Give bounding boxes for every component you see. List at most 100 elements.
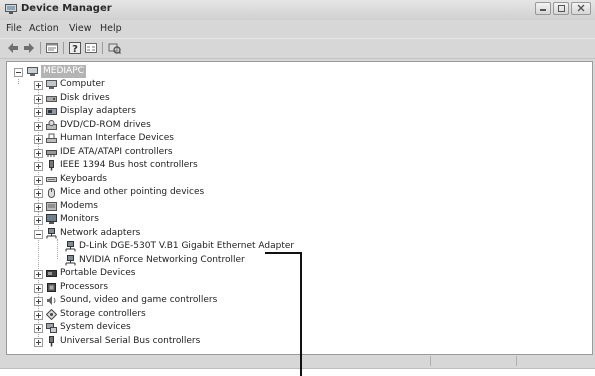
scan-hardware-icon[interactable] — [107, 41, 121, 55]
tree-node-label: D-Link DGE-530T V.B1 Gigabit Ethernet Ad… — [79, 241, 295, 251]
device-manager-app-icon — [5, 4, 17, 14]
network-adapter-icon — [65, 255, 76, 266]
menu-action[interactable]: Action — [29, 23, 59, 34]
tree-node-label: Storage controllers — [60, 309, 146, 319]
tree-node-computer[interactable]: Computer — [11, 78, 411, 91]
tree-node-label: IEEE 1394 Bus host controllers — [60, 160, 198, 170]
tree-node-monitors[interactable]: Monitors — [11, 213, 411, 226]
tree-node-system-devices[interactable]: System devices — [11, 321, 411, 334]
tree-node-dvd-drives[interactable]: DVD/CD-ROM drives — [11, 119, 411, 132]
tree-node-label: Network adapters — [60, 228, 141, 238]
menu-file[interactable]: File — [6, 23, 22, 34]
tree-node-sound-controllers[interactable]: Sound, video and game controllers — [11, 294, 411, 307]
system-device-icon — [46, 323, 57, 333]
forward-icon[interactable] — [22, 41, 36, 55]
properties-icon[interactable] — [45, 41, 59, 55]
help-icon[interactable]: ? — [68, 41, 82, 55]
expand-toggle[interactable] — [34, 162, 43, 171]
tree-node-label: Keyboards — [60, 174, 107, 184]
firewire-icon — [49, 160, 54, 171]
expand-toggle[interactable] — [34, 81, 43, 90]
callout-line — [265, 252, 302, 254]
tree-node-disk-drives[interactable]: Disk drives — [11, 92, 411, 105]
close-button[interactable] — [571, 2, 591, 15]
expand-toggle[interactable] — [34, 324, 43, 333]
tree-node-label: Monitors — [60, 214, 99, 224]
tree-node-label: Universal Serial Bus controllers — [60, 336, 201, 346]
dvd-drive-icon — [46, 120, 57, 130]
expand-toggle[interactable] — [34, 149, 43, 158]
tree-node-modems[interactable]: Modems — [11, 200, 411, 213]
show-hidden-icon[interactable] — [84, 41, 98, 55]
hid-icon — [46, 133, 57, 143]
tree-node-keyboards[interactable]: Keyboards — [11, 173, 411, 186]
minimize-icon — [540, 9, 546, 11]
tree-node-network-adapters[interactable]: Network adapters — [11, 227, 411, 240]
toolbar-separator — [40, 42, 41, 54]
tree-node-mice[interactable]: Mice and other pointing devices — [11, 186, 411, 199]
tree-node-storage-controllers[interactable]: Storage controllers — [11, 308, 411, 321]
toolbar-separator — [102, 42, 103, 54]
menu-bar: File Action View Help — [0, 21, 595, 37]
tree-node-processors[interactable]: Processors — [11, 281, 411, 294]
collapse-toggle[interactable] — [34, 230, 43, 239]
maximize-icon — [558, 5, 565, 12]
tree-node-usb-controllers[interactable]: Universal Serial Bus controllers — [11, 335, 411, 348]
callout-line — [300, 252, 302, 376]
tree-node-nvidia-controller[interactable]: NVIDIA nForce Networking Controller — [11, 254, 411, 267]
tree-node-label: Portable Devices — [60, 268, 136, 278]
tree-node-portable-devices[interactable]: Portable Devices — [11, 267, 411, 280]
minimize-button[interactable] — [535, 2, 551, 15]
expand-toggle[interactable] — [34, 203, 43, 212]
tree-root-row[interactable]: MEDIAPC — [11, 65, 311, 78]
device-manager-window: Device Manager File Action View Help ? M… — [0, 0, 595, 369]
expand-toggle[interactable] — [34, 122, 43, 131]
tree-node-human-interface-devices[interactable]: Human Interface Devices — [11, 132, 411, 145]
tree-node-display-adapters[interactable]: Display adapters — [11, 105, 411, 118]
processor-icon — [47, 283, 56, 292]
status-separator — [430, 356, 431, 366]
tree-node-ide-controllers[interactable]: IDE ATA/ATAPI controllers — [11, 146, 411, 159]
expand-toggle[interactable] — [34, 95, 43, 104]
disk-drive-icon — [46, 96, 57, 102]
expand-toggle[interactable] — [34, 189, 43, 198]
tree-root-label: MEDIAPC — [41, 65, 86, 78]
network-adapter-icon — [46, 228, 57, 239]
close-icon — [577, 4, 585, 12]
mouse-icon — [48, 188, 55, 198]
status-separator — [516, 356, 517, 366]
toolbar: ? — [0, 38, 595, 59]
expand-toggle[interactable] — [34, 135, 43, 144]
display-adapter-icon — [46, 108, 57, 115]
title-bar[interactable]: Device Manager — [0, 0, 595, 20]
maximize-button[interactable] — [553, 2, 569, 15]
expand-toggle[interactable] — [34, 284, 43, 293]
tree-node-label: Sound, video and game controllers — [60, 295, 218, 305]
monitor-icon — [46, 214, 57, 224]
portable-device-icon — [46, 270, 57, 277]
computer-icon — [27, 67, 38, 76]
expand-toggle[interactable] — [34, 270, 43, 279]
expand-toggle[interactable] — [34, 216, 43, 225]
tree-node-ieee1394-controllers[interactable]: IEEE 1394 Bus host controllers — [11, 159, 411, 172]
tree-node-label: Human Interface Devices — [60, 133, 174, 143]
status-bar — [6, 355, 591, 367]
expand-toggle[interactable] — [34, 297, 43, 306]
tree-node-label: Computer — [60, 79, 105, 89]
modem-icon — [46, 202, 57, 211]
expand-toggle[interactable] — [34, 311, 43, 320]
tree-node-label: Mice and other pointing devices — [60, 187, 205, 197]
expand-toggle[interactable] — [34, 108, 43, 117]
menu-view[interactable]: View — [69, 23, 92, 34]
back-icon[interactable] — [6, 41, 20, 55]
svg-text:?: ? — [72, 44, 78, 55]
tree-node-label: Modems — [60, 201, 98, 211]
tree-node-dlink-adapter[interactable]: D-Link DGE-530T V.B1 Gigabit Ethernet Ad… — [11, 240, 411, 253]
expand-toggle[interactable] — [34, 338, 43, 347]
computer-icon — [46, 80, 57, 89]
collapse-toggle[interactable] — [14, 68, 23, 77]
tree-node-label: NVIDIA nForce Networking Controller — [79, 255, 245, 265]
menu-help[interactable]: Help — [100, 23, 122, 34]
expand-toggle[interactable] — [34, 176, 43, 185]
tree-node-label: DVD/CD-ROM drives — [60, 120, 151, 130]
